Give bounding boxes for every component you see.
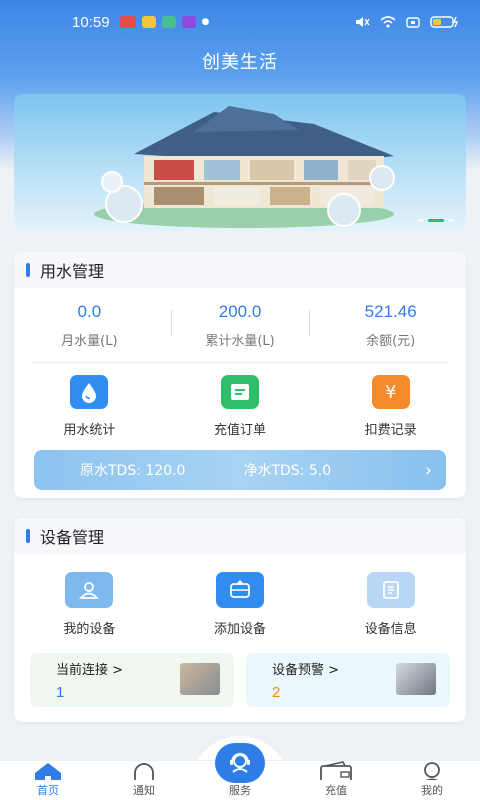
stat-value: 0.0 (77, 302, 102, 321)
device-actions: 我的设备 添加设备 设备信息 (14, 554, 466, 637)
notification-app-icon (161, 16, 176, 28)
water-statistics-button[interactable]: 用水统计 (14, 375, 165, 438)
wallet-icon (320, 761, 352, 780)
recharge-orders-button[interactable]: 充值订单 (165, 375, 316, 438)
total-water-stat[interactable]: 200.0 累计水量(L) (165, 302, 316, 358)
tab-label: 服务 (229, 784, 251, 797)
pure-water-tds: 净水TDS: 5.0 (243, 463, 332, 479)
stat-label: 累计水量(L) (205, 334, 275, 349)
action-label: 充值订单 (214, 423, 267, 438)
page-title: 创美生活 (202, 52, 278, 73)
stat-label: 余额(元) (366, 334, 416, 349)
status-time: 10:59 (72, 13, 110, 31)
stat-label: 月水量(L) (61, 334, 118, 349)
divider (309, 310, 310, 336)
action-label: 添加设备 (214, 622, 267, 637)
status-bar: 10:59 ● (0, 0, 480, 44)
chevron-right-icon: › (424, 459, 432, 481)
sim-icon (406, 17, 420, 28)
action-label: 扣费记录 (364, 423, 417, 438)
action-label: 设备信息 (364, 622, 417, 637)
device-management-header: 设备管理 (14, 518, 466, 554)
tab-label: 充值 (325, 784, 347, 797)
water-stats: 0.0 月水量(L) 200.0 累计水量(L) 521.46 余额(元) (14, 288, 466, 358)
tab-profile[interactable]: 我的 (384, 761, 480, 800)
wifi-icon (380, 16, 396, 28)
action-label: 我的设备 (63, 622, 116, 637)
notification-mail-icon (141, 16, 156, 28)
stat-value: 200.0 (218, 302, 262, 321)
current-connection-card[interactable]: 当前连接 > 1 (30, 653, 234, 707)
divider (171, 310, 172, 336)
connection-thumbnail (180, 663, 220, 695)
home-icon (35, 763, 61, 780)
carousel-indicator (418, 219, 454, 222)
device-info-button[interactable]: 设备信息 (315, 572, 466, 637)
section-title: 用水管理 (40, 262, 105, 281)
tab-label: 我的 (421, 784, 443, 797)
water-actions: 用水统计 充值订单 ¥ 扣费记录 (14, 363, 466, 438)
water-drop-icon (70, 375, 109, 409)
monthly-water-stat[interactable]: 0.0 月水量(L) (14, 302, 165, 358)
device-alert-card[interactable]: 设备预警 > 2 (246, 653, 450, 707)
my-devices-button[interactable]: 我的设备 (14, 572, 165, 637)
section-accent-bar (26, 529, 30, 543)
add-device-button[interactable]: 添加设备 (165, 572, 316, 637)
house-illustration (94, 106, 395, 228)
water-management-card: 用水管理 0.0 月水量(L) 200.0 累计水量(L) 521.46 余额(… (14, 252, 466, 498)
water-management-header: 用水管理 (14, 252, 466, 288)
more-notifications-icon: ● (201, 17, 210, 27)
add-device-icon (216, 572, 264, 608)
section-title: 设备管理 (40, 528, 105, 547)
raw-water-tds: 原水TDS: 120.0 (80, 463, 186, 479)
tds-bar[interactable]: 原水TDS: 120.0 净水TDS: 5.0 › (34, 450, 446, 490)
section-accent-bar (26, 263, 30, 277)
device-management-card: 设备管理 我的设备 添加设备 设备信息 当前连接 > 1 设备预警 > 2 (14, 518, 466, 722)
device-info-icon (366, 572, 415, 608)
tab-label: 首页 (37, 784, 59, 797)
balance-stat[interactable]: 521.46 余额(元) (315, 302, 466, 358)
tab-home[interactable]: 首页 (0, 761, 96, 800)
tab-notifications[interactable]: 通知 (96, 761, 192, 800)
banner-carousel[interactable] (14, 94, 466, 232)
stat-value: 521.46 (364, 302, 417, 321)
tab-recharge[interactable]: 充值 (288, 761, 384, 800)
profile-icon (424, 762, 440, 780)
notification-app-icon (181, 16, 196, 28)
device-status-row: 当前连接 > 1 设备预警 > 2 (30, 653, 450, 707)
alert-thumbnail (396, 663, 436, 695)
service-icon (230, 753, 250, 773)
receipt-icon (221, 375, 259, 409)
bell-icon (134, 763, 154, 780)
yen-icon: ¥ (371, 375, 410, 409)
notification-app-icon (119, 16, 136, 28)
mute-icon (356, 17, 370, 27)
deduction-records-button[interactable]: ¥ 扣费记录 (315, 375, 466, 438)
battery-icon (430, 16, 459, 28)
user-device-icon (65, 572, 114, 608)
service-center-button[interactable] (215, 743, 265, 783)
action-label: 用水统计 (63, 423, 116, 438)
tab-label: 通知 (133, 784, 155, 797)
